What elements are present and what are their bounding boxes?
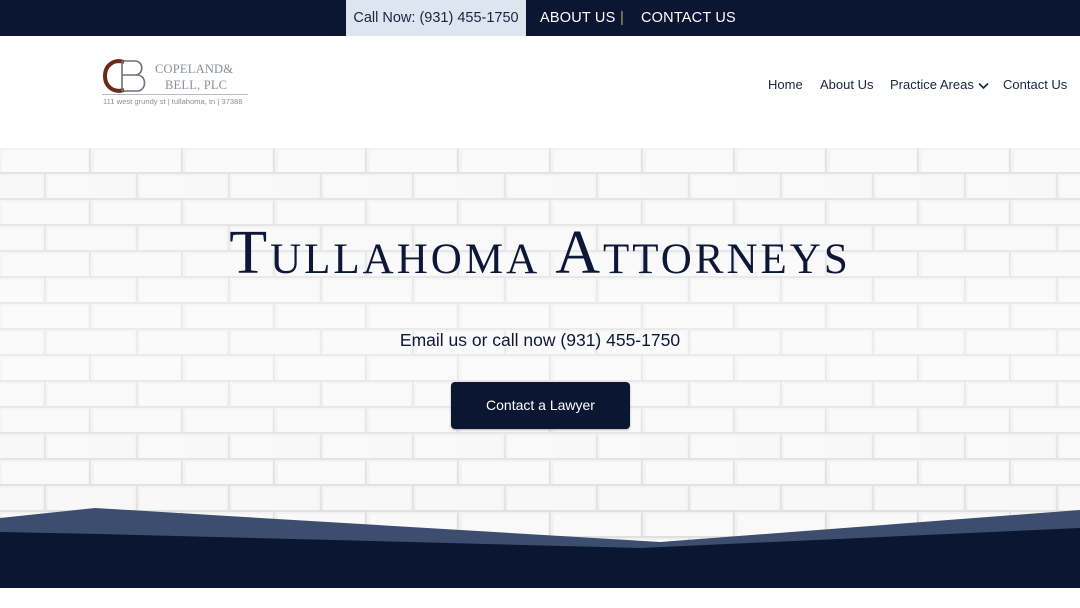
- hero-subtitle: Email us or call now (931) 455-1750: [399, 330, 681, 350]
- contact-lawyer-button[interactable]: Contact a Lawyer: [451, 382, 630, 429]
- logo-address: 111 west grundy st | tullahoma, tn | 373…: [103, 97, 243, 106]
- top-contact-link[interactable]: CONTACT US: [641, 0, 736, 36]
- nav-practice-areas-label: Practice Areas: [890, 77, 974, 92]
- chevron-down-icon[interactable]: [978, 82, 989, 90]
- nav-home[interactable]: Home: [768, 77, 803, 92]
- bottom-wave-band: [0, 508, 1080, 608]
- call-now-link[interactable]: Call Now: (931) 455-1750: [346, 0, 526, 36]
- logo-name-line2: BELL, PLC: [165, 78, 228, 92]
- site-logo[interactable]: COPELAND& BELL, PLC 111 west grundy st |…: [100, 54, 260, 114]
- nav-practice-areas[interactable]: Practice Areas: [890, 77, 989, 92]
- site-header: COPELAND& BELL, PLC 111 west grundy st |…: [0, 36, 1080, 148]
- hero-section: Tullahoma Attorneys Email us or call now…: [0, 148, 1080, 540]
- nav-about-us[interactable]: About Us: [820, 77, 873, 92]
- hero-title: Tullahoma Attorneys: [229, 219, 851, 287]
- top-about-link[interactable]: ABOUT US: [540, 0, 615, 36]
- logo-monogram-icon: [102, 59, 146, 93]
- top-separator: |: [620, 9, 624, 26]
- logo-divider: [102, 94, 248, 95]
- nav-contact-us[interactable]: Contact Us: [1003, 77, 1067, 92]
- logo-name-line1: COPELAND&: [155, 62, 234, 76]
- top-utility-bar: Call Now: (931) 455-1750 ABOUT US | CONT…: [0, 0, 1080, 36]
